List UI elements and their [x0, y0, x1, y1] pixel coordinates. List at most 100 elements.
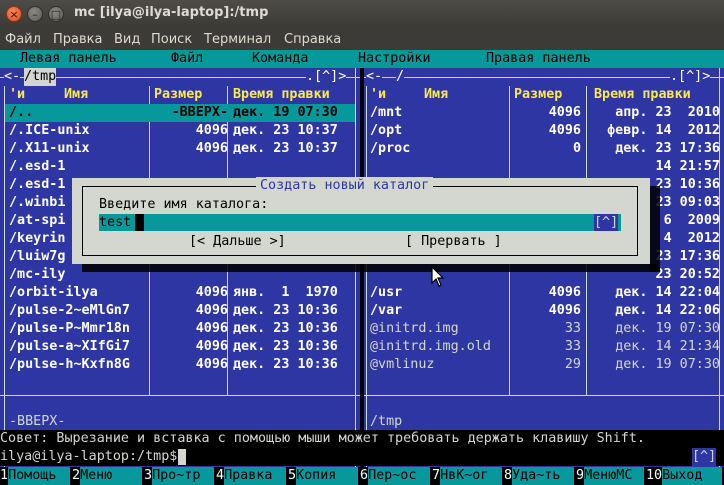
file-time: дек. 23 10:36: [233, 321, 338, 336]
fkey-label: Правка: [224, 467, 287, 485]
fkey-label: Помощь: [8, 467, 71, 485]
file-name: /opt: [370, 123, 403, 138]
file-size: 0: [572, 141, 581, 156]
fkey-label: Копия: [296, 467, 359, 485]
file-size: 29: [564, 357, 581, 372]
file-row[interactable]: /.ICE-unix 4096 дек. 23 10:37: [5, 122, 355, 140]
text-cursor: [135, 214, 144, 231]
file-row[interactable]: /pulse-P~Mmr18n 4096 дек. 23 10:36: [5, 320, 355, 338]
file-size: 33: [564, 339, 581, 354]
mc-menu-right-panel[interactable]: Правая панель: [486, 50, 591, 68]
prompt-indicator[interactable]: [^]: [692, 448, 717, 466]
fkey-number: 2: [72, 468, 81, 483]
file-row[interactable]: @initrd.img.old 33 дек. 14 21:34: [367, 338, 720, 356]
fkey-number: 8: [504, 468, 513, 483]
mc-menu-settings[interactable]: Настройки: [358, 50, 431, 68]
file-size: 4096: [195, 285, 228, 300]
fkey-number: 10: [646, 468, 663, 483]
file-name: /.winbi: [9, 195, 66, 210]
close-icon[interactable]: ×: [6, 6, 22, 22]
title-bar: × – □ mc [ilya@ilya-laptop]:/tmp: [0, 0, 724, 28]
fkey-7[interactable]: 7НвК~ог: [432, 467, 504, 485]
file-row[interactable]: /proc 0 дек. 23 17:36: [367, 140, 720, 158]
minimize-icon[interactable]: –: [27, 6, 43, 22]
mc-menubar: Левая панель Файл Команда Настройки Прав…: [0, 50, 724, 68]
mc-menu-left-panel[interactable]: Левая панель: [20, 50, 117, 68]
maximize-icon[interactable]: □: [48, 6, 64, 22]
right-panel-header: 'и Имя Размер Время правки: [370, 87, 691, 102]
terminal-window: × – □ mc [ilya@ilya-laptop]:/tmp Файл Пр…: [0, 0, 724, 485]
right-panel-path[interactable]: /: [396, 68, 405, 86]
file-size: 4096: [548, 123, 581, 138]
cancel-button[interactable]: [ Прервать ]: [405, 233, 502, 251]
fkey-1[interactable]: 1Помощь: [0, 467, 72, 485]
menu-edit[interactable]: Правка: [53, 32, 102, 47]
menu-help[interactable]: Справка: [284, 32, 341, 47]
file-row[interactable]: /mnt 4096 апр. 23 2010: [367, 104, 720, 122]
directory-name-input[interactable]: test: [99, 214, 621, 231]
file-size: 4096: [195, 357, 228, 372]
dialog-prompt: Введите имя каталога:: [99, 197, 269, 212]
fkey-4[interactable]: 4Правка: [216, 467, 288, 485]
file-time: дек. 14 22:06: [615, 303, 720, 318]
file-size: 33: [564, 321, 581, 336]
fkey-6[interactable]: 6Пер~ос: [360, 467, 432, 485]
file-time: дек. 23 10:37: [233, 141, 338, 156]
fkey-5[interactable]: 5Копия: [288, 467, 360, 485]
right-panel-status: /tmp: [370, 414, 403, 429]
file-time: апр. 23 2010: [615, 105, 720, 120]
file-time: дек. 19 07:30: [615, 321, 720, 336]
file-time: дек. 19 07:30: [233, 105, 338, 120]
fkey-label: Выход: [662, 467, 723, 485]
right-panel-corner[interactable]: .[^]>: [670, 68, 711, 86]
file-row[interactable]: /.. -ВВЕРХ-дек. 19 07:30: [5, 104, 355, 122]
fkey-number: 7: [432, 468, 441, 483]
fkey-2[interactable]: 2Меню: [72, 467, 144, 485]
fkey-label: МенюMC: [584, 467, 645, 485]
mc-menu-file[interactable]: Файл: [171, 50, 203, 68]
menu-search[interactable]: Поиск: [151, 32, 192, 47]
fkey-3[interactable]: 3Про~тр: [144, 467, 216, 485]
file-row[interactable]: /pulse-a~XIfGi7 4096 дек. 23 10:36: [5, 338, 355, 356]
file-size: 4096: [548, 285, 581, 300]
file-size: 4096: [195, 321, 228, 336]
menu-view[interactable]: Вид: [114, 32, 140, 47]
file-row[interactable]: @initrd.img 33 дек. 19 07:30: [367, 320, 720, 338]
fkey-10[interactable]: 10Выход: [646, 467, 724, 485]
fkey-label: Пер~ос: [368, 467, 431, 485]
file-row[interactable]: /var 4096 дек. 14 22:06: [367, 302, 720, 320]
file-row[interactable]: 14 21:57: [367, 158, 721, 176]
fkey-label: Уда~ть: [512, 467, 575, 485]
file-size: 4096: [195, 141, 228, 156]
file-time: дек. 23 17:36: [615, 141, 720, 156]
file-row[interactable]: /pulse-2~eMlGn7 4096 дек. 23 10:36: [5, 302, 355, 320]
fkey-8[interactable]: 8Уда~ть: [504, 467, 576, 485]
file-name: @initrd.img.old: [370, 339, 491, 354]
shell-prompt[interactable]: ilya@ilya-laptop:/tmp$: [0, 448, 177, 466]
file-time: дек. 23 10:36: [233, 357, 338, 372]
file-row[interactable]: /pulse-h~Kxfn8G 4096 дек. 23 10:36: [5, 356, 355, 374]
file-row[interactable]: @vmlinuz 29 дек. 19 07:30: [367, 356, 720, 374]
menu-terminal[interactable]: Терминал: [204, 32, 271, 47]
file-name: /pulse-h~Kxfn8G: [9, 357, 130, 372]
fkey-number: 6: [360, 468, 369, 483]
left-panel-corner[interactable]: .[^]>: [306, 68, 347, 86]
ok-button[interactable]: [< Дальше >]: [189, 233, 286, 251]
terminal-area[interactable]: Левая панель Файл Команда Настройки Прав…: [0, 50, 724, 485]
file-row[interactable]: /orbit-ilya 4096 янв. 1 1970: [5, 284, 355, 302]
file-row[interactable]: /opt 4096 февр. 14 2012: [367, 122, 720, 140]
fkey-number: 3: [144, 468, 153, 483]
file-time: дек. 14 21:34: [615, 339, 720, 354]
file-time: дек. 23 10:36: [233, 339, 338, 354]
mc-menu-command[interactable]: Команда: [252, 50, 308, 68]
file-name: /luiw7g: [9, 249, 66, 264]
file-row[interactable]: /.X11-unix 4096 дек. 23 10:37: [5, 140, 355, 158]
mkdir-dialog: Создать новый каталог Введите имя катало…: [72, 177, 650, 264]
file-name: /pulse-P~Mmr18n: [9, 321, 130, 336]
left-panel-path[interactable]: /tmp: [24, 68, 57, 86]
menu-file[interactable]: Файл: [5, 32, 41, 47]
file-row[interactable]: /usr 4096 дек. 14 22:04: [367, 284, 720, 302]
file-row[interactable]: /.esd-1: [5, 158, 355, 176]
fkey-9[interactable]: 9МенюMC: [576, 467, 646, 485]
input-history-button[interactable]: [^]: [594, 214, 619, 231]
